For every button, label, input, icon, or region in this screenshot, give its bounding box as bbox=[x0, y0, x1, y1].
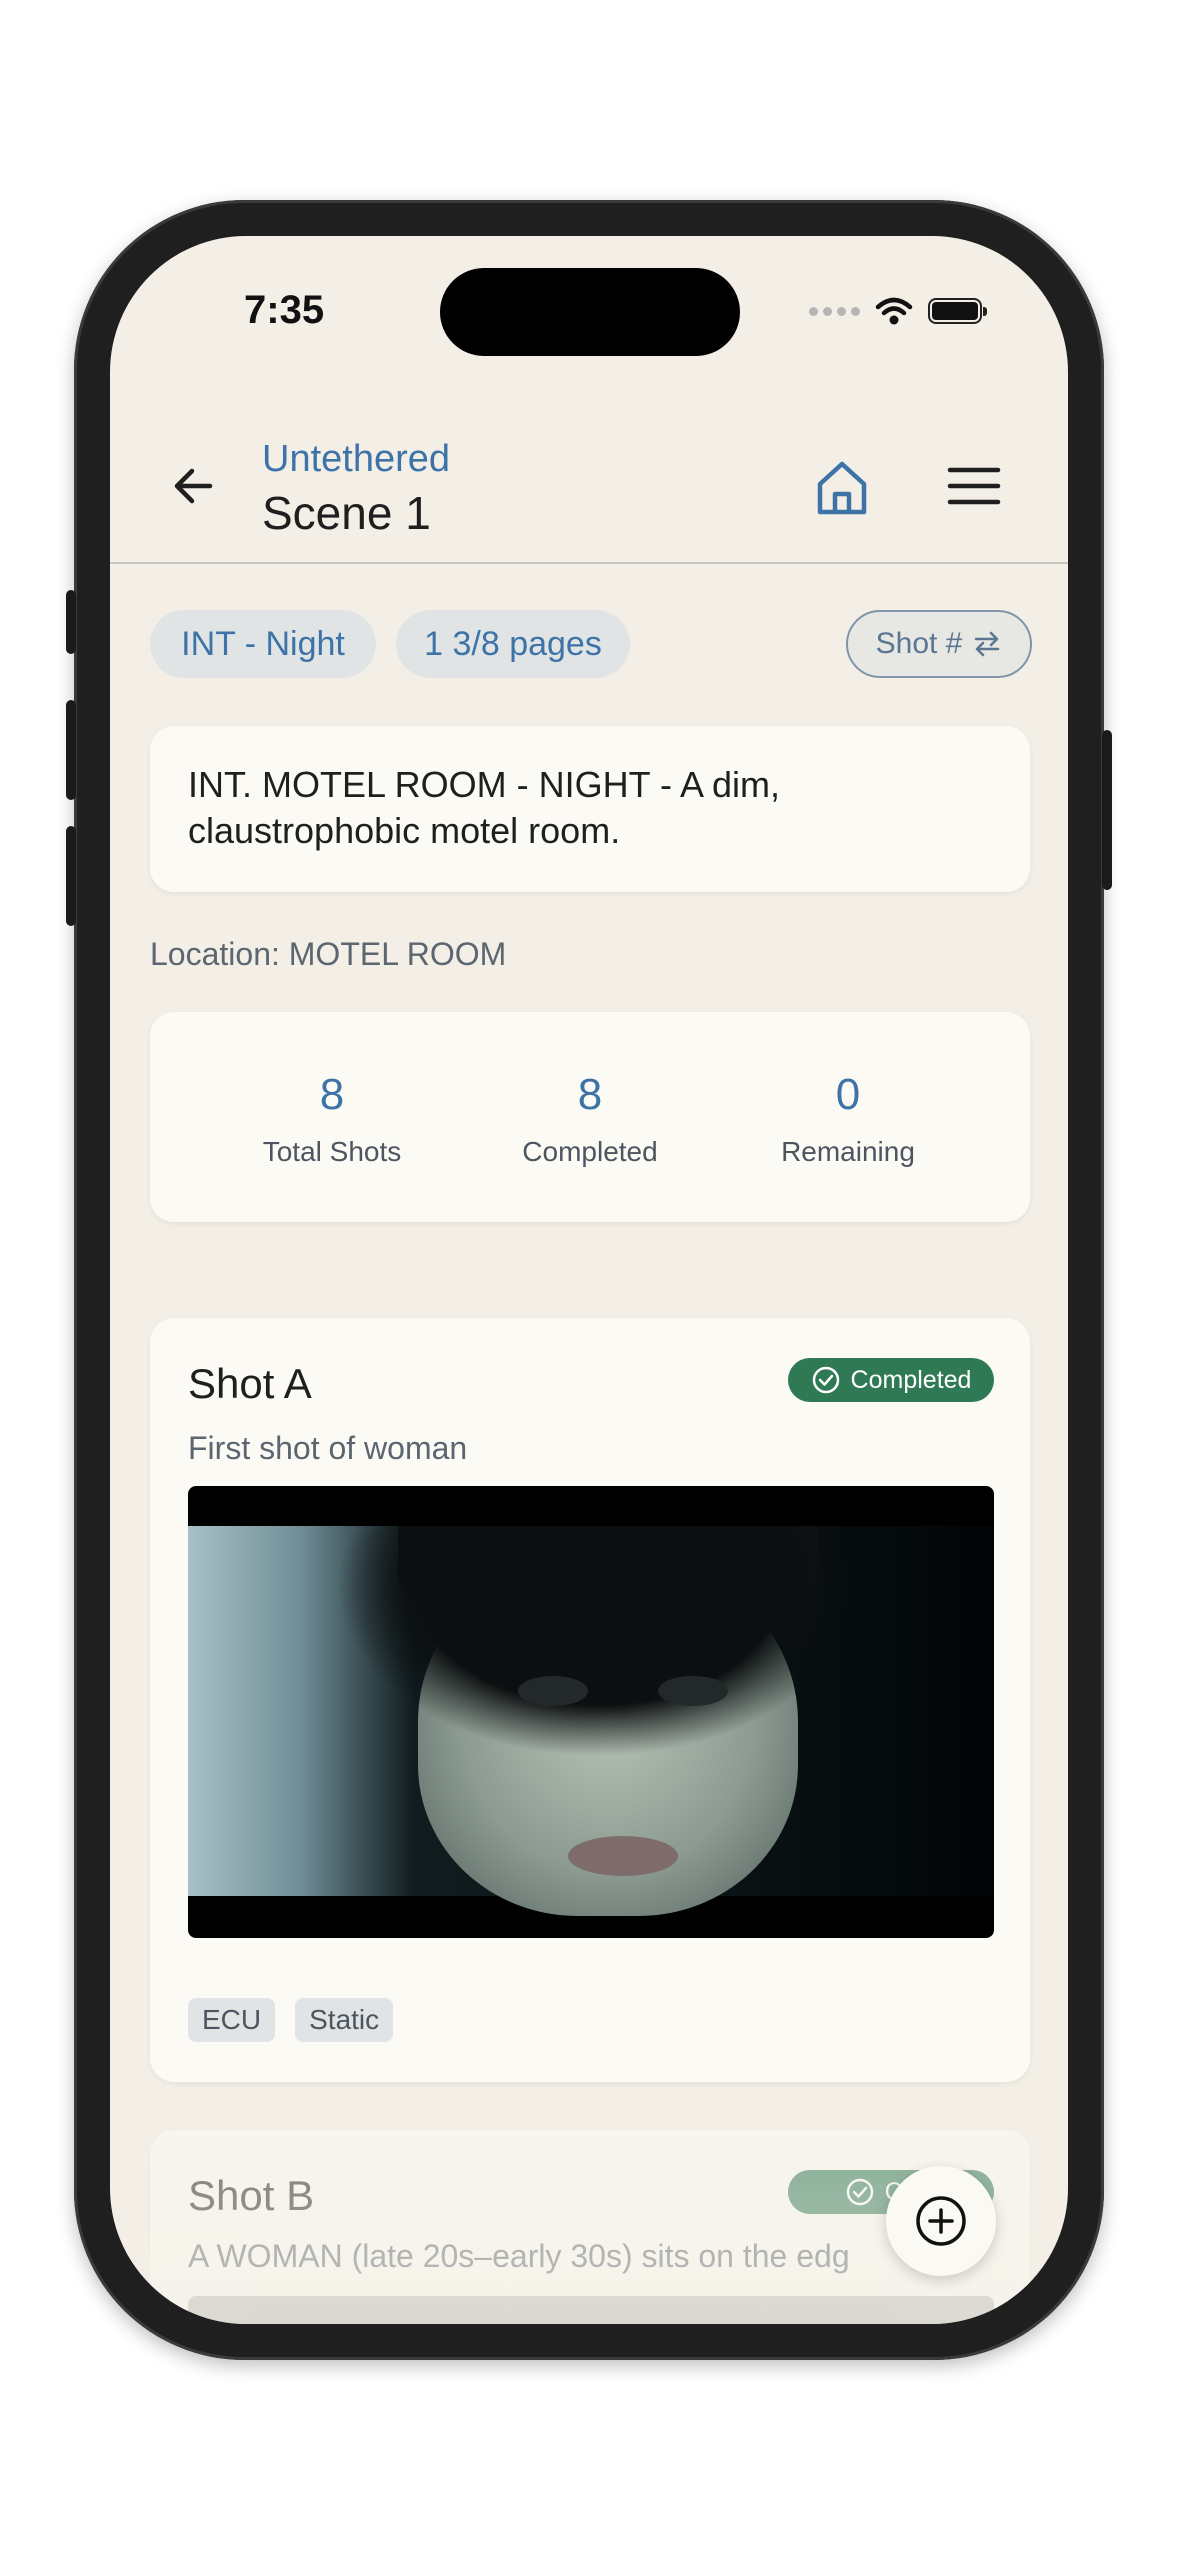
page-count-chip: 1 3/8 pages bbox=[396, 610, 630, 678]
shot-tag: ECU bbox=[188, 1998, 276, 2042]
film-still bbox=[188, 1526, 994, 1916]
stat-completed-label: Completed bbox=[522, 1136, 658, 1167]
stat-total-label: Total Shots bbox=[262, 1136, 402, 1167]
stat-remaining-value: 0 bbox=[835, 1070, 861, 1119]
eye-right bbox=[658, 1676, 728, 1706]
shot-sort-label: Shot # bbox=[875, 627, 963, 660]
wifi-icon bbox=[875, 297, 913, 325]
time-of-day-chip: INT - Night bbox=[150, 610, 376, 678]
back-button[interactable] bbox=[166, 458, 222, 514]
check-circle-icon bbox=[846, 2178, 873, 2206]
add-shot-button[interactable] bbox=[886, 2166, 996, 2276]
shot-tags: ECU Static bbox=[188, 1998, 394, 2042]
stat-completed-value: 8 bbox=[577, 1070, 603, 1119]
shot-card[interactable]: Shot A Completed First shot of woman ECU… bbox=[150, 1318, 1030, 2082]
project-title[interactable]: Untethered bbox=[262, 438, 450, 481]
plus-circle-icon bbox=[916, 2196, 966, 2246]
stat-remaining: 0 Remaining bbox=[728, 1070, 968, 1168]
scene-description-card: INT. MOTEL ROOM - NIGHT - A dim, claustr… bbox=[150, 726, 1030, 892]
shot-description: First shot of woman bbox=[188, 1430, 468, 1466]
status-badge: Completed bbox=[788, 1358, 994, 1402]
stat-total: 8 Total Shots bbox=[212, 1070, 452, 1168]
stat-remaining-label: Remaining bbox=[781, 1136, 915, 1167]
eye-left bbox=[518, 1676, 588, 1706]
battery-icon bbox=[928, 298, 987, 324]
status-badge-label: Completed bbox=[850, 1365, 972, 1394]
swap-icon bbox=[975, 631, 1000, 657]
volume-up-button bbox=[66, 700, 76, 800]
shot-reference-image[interactable] bbox=[188, 1486, 994, 1938]
scene-description: INT. MOTEL ROOM - NIGHT - A dim, claustr… bbox=[188, 764, 781, 851]
stat-completed: 8 Completed bbox=[470, 1070, 710, 1168]
scene-title: Scene 1 bbox=[262, 487, 431, 539]
menu-button[interactable] bbox=[944, 458, 1004, 514]
hair-shadow bbox=[338, 1526, 858, 1826]
check-circle-icon bbox=[812, 1366, 839, 1394]
shot-reference-image[interactable] bbox=[188, 2296, 994, 2324]
cellular-signal-icon bbox=[809, 306, 860, 316]
app-screen: 7:35 Untethered Scene 1 INT - Night 1 3/… bbox=[110, 236, 1068, 2324]
shot-stats-card: 8 Total Shots 8 Completed 0 Remaining bbox=[150, 1012, 1030, 1222]
status-time: 7:35 bbox=[244, 288, 325, 332]
shot-tag: Static bbox=[295, 1998, 394, 2042]
app-header: Untethered Scene 1 bbox=[110, 396, 1068, 564]
lips-shape bbox=[568, 1836, 678, 1876]
action-button bbox=[66, 590, 76, 654]
scene-location: Location: MOTEL ROOM bbox=[150, 936, 507, 972]
status-icons bbox=[809, 296, 987, 326]
shot-sort-toggle[interactable]: Shot # bbox=[846, 610, 1032, 678]
home-button[interactable] bbox=[810, 456, 874, 520]
shot-description: A WOMAN (late 20s–early 30s) sits on the… bbox=[188, 2238, 850, 2274]
phone-frame: 7:35 Untethered Scene 1 INT - Night 1 3/… bbox=[66, 200, 1112, 2360]
volume-down-button bbox=[66, 826, 76, 926]
dynamic-island bbox=[440, 268, 740, 356]
power-button bbox=[1102, 730, 1112, 890]
shot-title: Shot A bbox=[188, 1360, 312, 1407]
stat-total-value: 8 bbox=[319, 1070, 345, 1119]
shot-title: Shot B bbox=[188, 2172, 315, 2219]
